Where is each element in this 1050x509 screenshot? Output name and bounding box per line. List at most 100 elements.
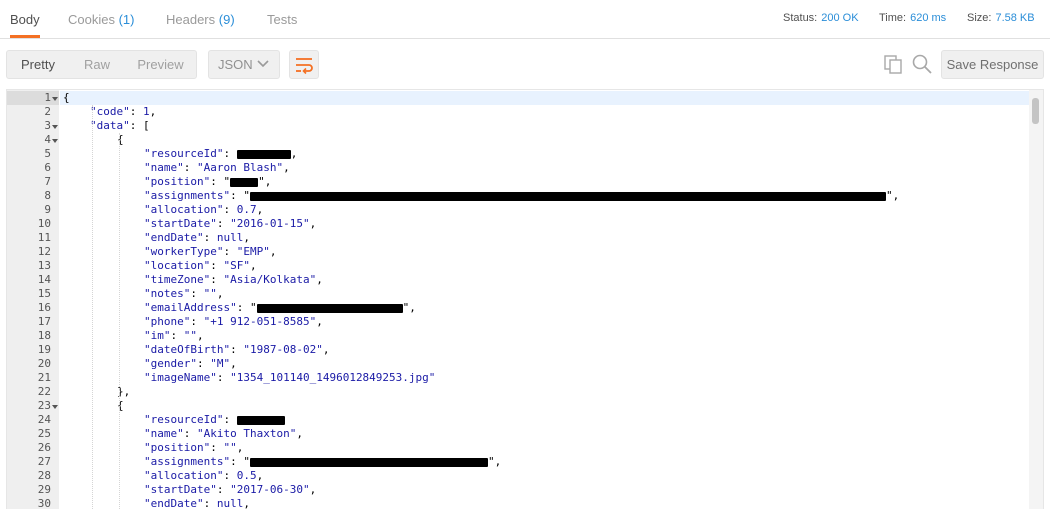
json-punctuation: ", — [885, 189, 900, 202]
json-punctuation: : — [223, 147, 237, 160]
line-number: 27 — [37, 455, 51, 468]
time-readout: Time: 620 ms — [879, 0, 946, 37]
json-value: "Asia/Kolkata" — [223, 273, 317, 286]
redacted-value — [256, 303, 403, 313]
code-line: "allocation": 0.7, — [144, 203, 263, 217]
code-line: "endDate": null, — [144, 231, 250, 245]
tab-body-label: Body — [10, 12, 40, 27]
json-value: "1354_101140_1496012849253.jpg" — [230, 371, 436, 384]
json-punctuation: , — [216, 287, 224, 300]
json-key: "name" — [144, 427, 184, 440]
line-number: 12 — [37, 245, 51, 258]
json-key: "position" — [144, 175, 211, 188]
fold-arrow-icon[interactable] — [52, 124, 58, 130]
json-punctuation: : — [196, 357, 211, 370]
json-punctuation: , — [309, 217, 317, 230]
code-line: "name": "Akito Thaxton", — [144, 427, 303, 441]
pretty-button[interactable]: Pretty — [7, 51, 69, 78]
json-punctuation: ", — [487, 455, 502, 468]
json-punctuation: : — [210, 441, 224, 454]
redacted-value — [236, 149, 291, 159]
tab-cookies[interactable]: Cookies (1) — [68, 0, 134, 39]
json-punctuation: : — [190, 287, 204, 300]
json-punctuation: : — [210, 273, 224, 286]
save-response-button[interactable]: Save Response — [941, 50, 1044, 79]
json-punctuation: { — [63, 91, 70, 104]
code-line: "name": "Aaron Blash", — [144, 161, 290, 175]
json-punctuation: : — [203, 497, 217, 509]
line-number-gutter: 1 2 3 4 5 6 7 8 9 10 11 12 13 14 15 16 17 18 19 20 21 22 23 24 2… — [7, 90, 59, 509]
line-number: 14 — [37, 273, 51, 286]
json-punctuation: : " — [230, 189, 250, 202]
json-punctuation: : — [183, 161, 197, 174]
json-punctuation: : " — [236, 301, 257, 314]
fold-arrow-icon[interactable] — [52, 138, 58, 144]
copy-button[interactable] — [882, 53, 904, 75]
code-line: "im": "", — [144, 329, 204, 343]
json-punctuation: : — [216, 217, 231, 230]
preview-button[interactable]: Preview — [125, 51, 196, 78]
response-tab-bar: Body Cookies (1) Headers (9) Tests Statu… — [0, 0, 1050, 39]
json-value: "EMP" — [236, 245, 270, 258]
code-line: "resourceId": — [144, 413, 285, 427]
code-line: "resourceId": , — [144, 147, 297, 161]
code-line: { — [63, 91, 70, 105]
code-line: "position": "", — [144, 441, 243, 455]
status-value: 200 OK — [821, 12, 859, 24]
json-punctuation: , — [243, 231, 250, 244]
json-value: "2016-01-15" — [230, 217, 310, 230]
redacted-value — [230, 177, 259, 187]
code-line: "imageName": "1354_101140_1496012849253.… — [144, 371, 435, 385]
json-value: "+1 912-051-8585" — [203, 315, 317, 328]
format-select-value: JSON — [218, 57, 253, 72]
search-icon — [912, 54, 932, 74]
view-mode-toggle: Pretty Raw Preview — [6, 50, 197, 79]
json-punctuation: , — [316, 273, 323, 286]
line-number: 4 — [44, 133, 51, 146]
vertical-scrollbar[interactable] — [1029, 90, 1043, 509]
json-punctuation: , — [283, 161, 290, 174]
search-button[interactable] — [911, 53, 933, 75]
json-key: "location" — [144, 259, 211, 272]
json-punctuation: { — [117, 133, 124, 146]
tab-tests-label: Tests — [267, 12, 298, 27]
json-key: "notes" — [144, 287, 191, 300]
format-select[interactable]: JSON — [208, 50, 280, 79]
line-number: 6 — [44, 161, 51, 174]
code-line: "allocation": 0.5, — [144, 469, 263, 483]
json-key: "gender" — [144, 357, 197, 370]
json-key: "position" — [144, 441, 211, 454]
json-punctuation: , — [290, 147, 298, 160]
code-line: "startDate": "2017-06-30", — [144, 483, 316, 497]
time-value: 620 ms — [910, 12, 947, 24]
status-label: Status: — [783, 12, 818, 24]
json-value: 0.5 — [236, 469, 257, 482]
json-key: "endDate" — [144, 231, 204, 244]
json-punctuation: : — [210, 259, 224, 272]
fold-arrow-icon[interactable] — [52, 96, 58, 102]
tab-headers[interactable]: Headers (9) — [166, 0, 235, 39]
json-value: 1 — [143, 105, 150, 118]
json-punctuation: { — [117, 399, 124, 412]
json-key: "timeZone" — [144, 273, 211, 286]
response-body-editor[interactable]: 1 2 3 4 5 6 7 8 9 10 11 12 13 14 15 16 17 18 19 20 21 22 23 24 2… — [6, 89, 1044, 509]
scrollbar-thumb[interactable] — [1032, 98, 1039, 124]
json-key: "endDate" — [144, 497, 204, 509]
json-punctuation: : " — [210, 175, 231, 188]
json-punctuation: , — [309, 483, 317, 496]
tab-tests[interactable]: Tests — [267, 0, 297, 39]
tab-body[interactable]: Body — [10, 0, 40, 38]
json-punctuation: : — [223, 469, 237, 482]
json-punctuation: : — [216, 371, 231, 384]
json-punctuation: , — [243, 497, 250, 509]
json-value: null — [216, 231, 244, 244]
json-punctuation: , — [316, 315, 323, 328]
fold-arrow-icon[interactable] — [52, 404, 58, 410]
line-number: 7 — [44, 175, 51, 188]
code-line: "emailAddress": " ", — [144, 301, 416, 315]
tab-cookies-count: (1) — [118, 12, 135, 27]
wrap-lines-button[interactable] — [289, 50, 319, 79]
raw-button[interactable]: Raw — [69, 51, 125, 78]
line-number: 9 — [44, 203, 51, 216]
line-number: 30 — [37, 497, 51, 509]
